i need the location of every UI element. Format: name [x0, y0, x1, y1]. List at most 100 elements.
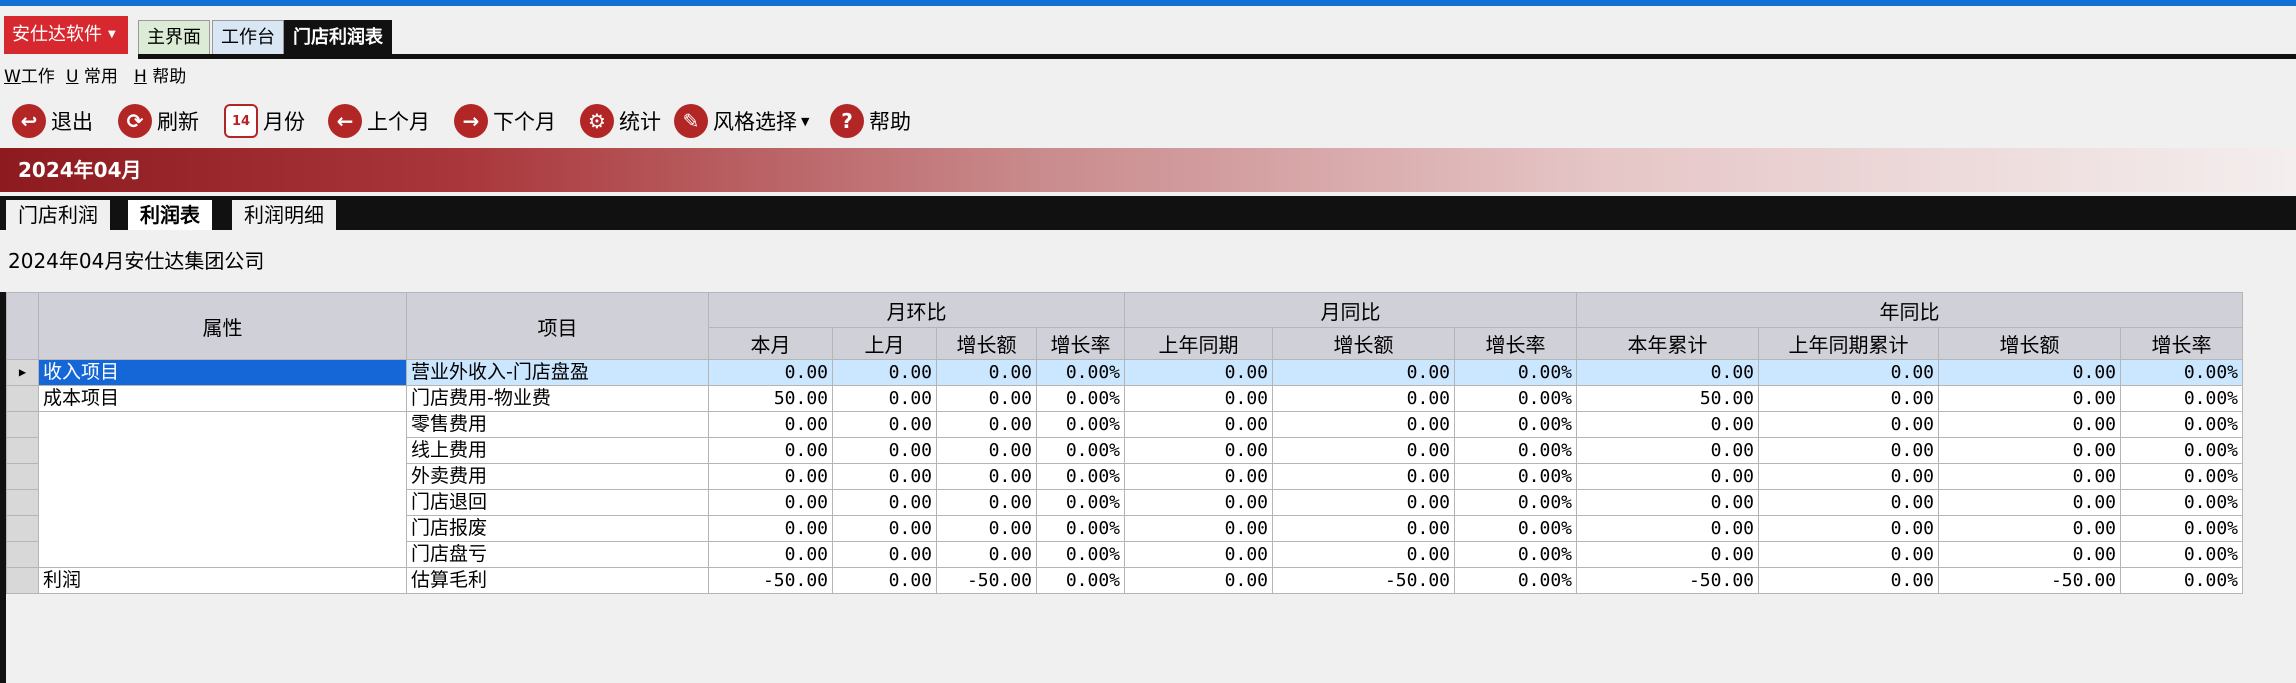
subtab-profit-detail[interactable]: 利润明细 [232, 200, 336, 230]
cell-value[interactable]: 0.00 [1938, 359, 2121, 386]
cell-value[interactable]: 0.00 [1758, 541, 1939, 568]
cell-item[interactable]: 门店退回 [406, 489, 709, 516]
cell-value[interactable]: -50.00 [708, 567, 833, 594]
cell-value[interactable]: 0.00 [1124, 385, 1273, 412]
tab-home[interactable]: 主界面 [138, 20, 210, 55]
table-row[interactable]: 门店报废 0.00 0.00 0.00 0.00% 0.00 0.00 0.00% 0.00 0.… [6, 515, 2243, 542]
cell-value[interactable]: 0.00 [936, 411, 1037, 438]
cell-value[interactable]: 0.00 [1576, 463, 1759, 490]
cell-value[interactable]: 0.00 [832, 541, 937, 568]
cell-value[interactable]: 0.00 [936, 515, 1037, 542]
cell-attr[interactable] [38, 437, 407, 464]
cell-value[interactable]: 0.00% [2120, 463, 2243, 490]
row-indicator[interactable] [6, 567, 39, 594]
next-month-button[interactable]: → 下个月 [454, 98, 556, 144]
cell-value[interactable]: 0.00% [2120, 489, 2243, 516]
row-indicator[interactable] [6, 385, 39, 412]
cell-value[interactable]: 0.00 [936, 437, 1037, 464]
table-row[interactable]: 线上费用 0.00 0.00 0.00 0.00% 0.00 0.00 0.00% 0.00 0.… [6, 437, 2243, 464]
column-header[interactable]: 上年同期 [1124, 327, 1273, 360]
cell-value[interactable]: 0.00% [2120, 567, 2243, 594]
cell-value[interactable]: 0.00 [1272, 489, 1455, 516]
cell-value[interactable]: 0.00% [2120, 411, 2243, 438]
cell-value[interactable]: 0.00 [1124, 463, 1273, 490]
cell-value[interactable]: 0.00 [1576, 359, 1759, 386]
cell-value[interactable]: 0.00 [832, 359, 937, 386]
cell-value[interactable]: 0.00% [1454, 437, 1577, 464]
cell-value[interactable]: 0.00% [2120, 515, 2243, 542]
cell-item[interactable]: 门店费用-物业费 [406, 385, 709, 412]
cell-value[interactable]: 0.00 [1938, 489, 2121, 516]
cell-value[interactable]: 0.00 [1124, 359, 1273, 386]
cell-value[interactable]: -50.00 [1272, 567, 1455, 594]
column-header[interactable]: 增长额 [1272, 327, 1455, 360]
brand-menu-button[interactable]: 安仕达软件 ▼ [4, 16, 128, 54]
cell-value[interactable]: 0.00 [708, 359, 833, 386]
cell-value[interactable]: 0.00% [1454, 541, 1577, 568]
cell-value[interactable]: 0.00 [1758, 359, 1939, 386]
column-header[interactable]: 增长率 [1036, 327, 1125, 360]
cell-value[interactable]: 0.00 [1272, 411, 1455, 438]
cell-value[interactable]: 0.00 [1938, 411, 2121, 438]
cell-value[interactable]: 0.00 [936, 463, 1037, 490]
cell-value[interactable]: 0.00 [936, 489, 1037, 516]
cell-value[interactable]: 0.00 [1938, 541, 2121, 568]
column-header[interactable]: 上年同期累计 [1758, 327, 1939, 360]
exit-button[interactable]: ↩ 退出 [12, 98, 93, 144]
cell-value[interactable]: 0.00% [1454, 359, 1577, 386]
cell-value[interactable]: 0.00 [832, 567, 937, 594]
column-header[interactable]: 本年累计 [1576, 327, 1759, 360]
cell-value[interactable]: 0.00 [708, 515, 833, 542]
cell-value[interactable]: 0.00% [1036, 463, 1125, 490]
cell-attr[interactable] [38, 489, 407, 516]
tab-store-profit[interactable]: 门店利润表 [284, 20, 392, 55]
column-header[interactable]: 增长率 [2120, 327, 2243, 360]
row-indicator[interactable] [6, 489, 39, 516]
cell-item[interactable]: 零售费用 [406, 411, 709, 438]
cell-value[interactable]: 0.00 [1124, 411, 1273, 438]
cell-value[interactable]: 0.00 [832, 437, 937, 464]
cell-value[interactable]: 0.00 [936, 541, 1037, 568]
cell-value[interactable]: 0.00 [936, 359, 1037, 386]
cell-value[interactable]: 0.00% [1454, 515, 1577, 542]
cell-value[interactable]: 0.00 [1272, 359, 1455, 386]
menu-common[interactable]: U 常用 [66, 62, 118, 92]
column-header[interactable]: 上月 [832, 327, 937, 360]
row-indicator[interactable] [6, 515, 39, 542]
cell-attr[interactable]: 利润 [38, 567, 407, 594]
cell-value[interactable]: 0.00% [1454, 411, 1577, 438]
column-header-item[interactable]: 项目 [406, 292, 709, 360]
cell-attr[interactable] [38, 463, 407, 490]
column-header[interactable]: 增长额 [1938, 327, 2121, 360]
cell-value[interactable]: 0.00 [1272, 385, 1455, 412]
prev-month-button[interactable]: ← 上个月 [328, 98, 430, 144]
cell-value[interactable]: 0.00 [1124, 489, 1273, 516]
menu-help[interactable]: H 帮助 [134, 62, 186, 92]
cell-value[interactable]: 0.00 [708, 437, 833, 464]
cell-value[interactable]: 0.00 [1272, 515, 1455, 542]
cell-item[interactable]: 估算毛利 [406, 567, 709, 594]
cell-value[interactable]: 0.00 [832, 489, 937, 516]
cell-value[interactable]: 0.00% [1036, 385, 1125, 412]
cell-value[interactable]: 50.00 [708, 385, 833, 412]
cell-value[interactable]: 0.00 [1938, 385, 2121, 412]
cell-value[interactable]: 0.00 [832, 515, 937, 542]
cell-value[interactable]: 0.00 [1758, 515, 1939, 542]
help-button[interactable]: ? 帮助 [830, 98, 911, 144]
cell-value[interactable]: 0.00 [832, 411, 937, 438]
cell-value[interactable]: 0.00 [1272, 541, 1455, 568]
cell-item[interactable]: 营业外收入-门店盘盈 [406, 359, 709, 386]
table-row[interactable]: 外卖费用 0.00 0.00 0.00 0.00% 0.00 0.00 0.00% 0.00 0.… [6, 463, 2243, 490]
cell-value[interactable]: 0.00% [1036, 411, 1125, 438]
cell-attr[interactable] [38, 515, 407, 542]
cell-value[interactable]: 0.00 [1758, 463, 1939, 490]
cell-item[interactable]: 外卖费用 [406, 463, 709, 490]
style-select-button[interactable]: ✎ 风格选择 ▼ [674, 98, 809, 144]
cell-value[interactable]: 0.00% [1036, 489, 1125, 516]
refresh-button[interactable]: ⟳ 刷新 [118, 98, 199, 144]
row-indicator[interactable] [6, 411, 39, 438]
table-row[interactable]: 门店盘亏 0.00 0.00 0.00 0.00% 0.00 0.00 0.00% 0.00 0.… [6, 541, 2243, 568]
cell-value[interactable]: 0.00 [1576, 489, 1759, 516]
table-row[interactable]: 成本项目 门店费用-物业费 50.00 0.00 0.00 0.00% 0.00 0.00 0.… [6, 385, 2243, 412]
cell-value[interactable]: 0.00 [708, 463, 833, 490]
